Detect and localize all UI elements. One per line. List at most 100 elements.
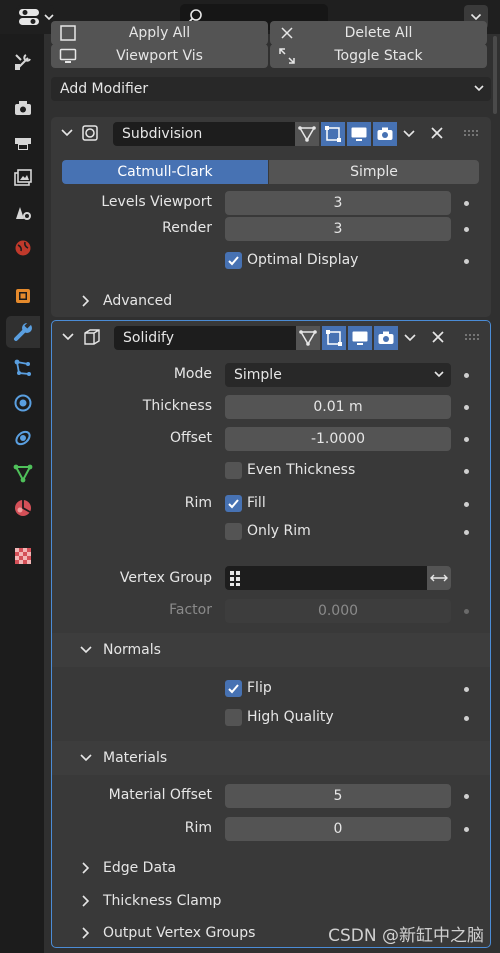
- tab-tool[interactable]: [6, 46, 40, 78]
- modifier-name-field[interactable]: Subdivision: [113, 122, 295, 146]
- thickness-clamp-subpanel-header[interactable]: Thickness Clamp: [51, 884, 491, 918]
- render-levels-field[interactable]: 3: [225, 217, 451, 241]
- close-icon[interactable]: [429, 328, 447, 346]
- show-in-render-toggle[interactable]: [374, 326, 398, 350]
- keyframe-dot[interactable]: [464, 794, 469, 799]
- thickness-field[interactable]: 0.01 m: [225, 395, 451, 419]
- add-modifier-dropdown[interactable]: Add Modifier: [51, 77, 491, 101]
- factor-field[interactable]: 0.000: [225, 599, 451, 623]
- invert-vertex-group-button[interactable]: [427, 566, 451, 590]
- rim-fill-checkbox[interactable]: [225, 495, 242, 512]
- modifier-header: Solidify: [52, 321, 490, 353]
- drag-handle-icon[interactable]: [464, 333, 482, 341]
- advanced-subpanel-header[interactable]: Advanced: [51, 284, 491, 318]
- tab-data[interactable]: [6, 457, 40, 489]
- even-thickness-checkbox[interactable]: [225, 462, 242, 479]
- wrench-icon: [14, 321, 32, 341]
- keyframe-dot[interactable]: [464, 716, 469, 721]
- chevron-down-icon[interactable]: [403, 332, 417, 344]
- only-rim-checkbox[interactable]: [225, 523, 242, 540]
- keyframe-dot[interactable]: [464, 502, 469, 507]
- check-icon: [228, 256, 239, 266]
- keyframe-dot[interactable]: [464, 469, 469, 474]
- show-in-viewport-toggle[interactable]: [348, 326, 372, 350]
- tab-modifiers[interactable]: [6, 316, 40, 348]
- toggle-stack-button[interactable]: Toggle Stack: [270, 44, 487, 68]
- modifier-name-field[interactable]: Solidify: [114, 326, 296, 350]
- drag-handle-icon[interactable]: [463, 129, 481, 137]
- chevron-down-icon: [80, 646, 92, 654]
- editor-type-button[interactable]: [16, 5, 54, 29]
- method-catmull-clark[interactable]: Catmull-Clark: [62, 160, 268, 184]
- tab-world[interactable]: [6, 232, 40, 264]
- keyframe-dot[interactable]: [464, 437, 469, 442]
- tab-constraints[interactable]: [6, 422, 40, 454]
- constraints-icon: [15, 430, 31, 446]
- tab-particles[interactable]: [6, 352, 40, 384]
- show-in-viewport-toggle[interactable]: [347, 122, 371, 146]
- material-rim-field[interactable]: 0: [225, 817, 451, 841]
- chevron-down-icon: [470, 13, 482, 21]
- chevron-down-icon[interactable]: [61, 331, 75, 343]
- chevron-down-icon: [44, 14, 54, 21]
- on-cage-toggle[interactable]: [322, 326, 346, 350]
- particles-icon: [14, 359, 31, 376]
- chevron-right-icon: [82, 895, 90, 907]
- tab-material[interactable]: [6, 492, 40, 524]
- keyframe-dot[interactable]: [464, 373, 469, 378]
- offset-field[interactable]: -1.0000: [225, 427, 451, 451]
- tab-render[interactable]: [6, 92, 40, 124]
- keyframe-dot[interactable]: [464, 687, 469, 692]
- watermark: CSDN @新缸中之脑: [328, 926, 484, 946]
- mode-dropdown[interactable]: Simple: [225, 363, 451, 387]
- on-cage-icon: [325, 126, 341, 142]
- keyframe-dot[interactable]: [464, 827, 469, 832]
- vertex-group-field[interactable]: [225, 566, 427, 590]
- keyframe-dot[interactable]: [464, 530, 469, 535]
- keyframe-dot[interactable]: [464, 227, 469, 232]
- show-in-render-toggle[interactable]: [373, 122, 397, 146]
- levels-viewport-field[interactable]: 3: [225, 191, 451, 215]
- world-icon: [15, 240, 31, 256]
- offset-label: Offset: [169, 430, 212, 446]
- tab-texture[interactable]: [6, 540, 40, 572]
- mode-label: Mode: [173, 366, 212, 382]
- chevron-right-icon: [82, 295, 90, 307]
- edge-data-subpanel-header[interactable]: Edge Data: [51, 851, 491, 885]
- tab-scene[interactable]: [6, 197, 40, 229]
- keyframe-dot[interactable]: [464, 609, 469, 614]
- monitor-icon: [352, 331, 368, 345]
- flip-normals-checkbox[interactable]: [225, 680, 242, 697]
- high-quality-checkbox[interactable]: [225, 709, 242, 726]
- material-rim-label: Rim: [184, 820, 212, 836]
- tool-icon: [15, 54, 31, 70]
- material-offset-field[interactable]: 5: [225, 784, 451, 808]
- tab-view-layer[interactable]: [6, 162, 40, 194]
- printer-icon: [15, 138, 31, 150]
- apply-all-button[interactable]: Apply All: [51, 21, 268, 45]
- chevron-down-icon[interactable]: [60, 127, 74, 139]
- materials-subpanel-header[interactable]: Materials: [51, 741, 491, 775]
- scrollbar[interactable]: [493, 36, 497, 114]
- optimal-display-checkbox[interactable]: [225, 252, 242, 269]
- check-icon: [228, 499, 239, 509]
- on-cage-toggle[interactable]: [321, 122, 345, 146]
- vertex-group-icon: [230, 571, 240, 586]
- chevron-down-icon: [80, 754, 92, 762]
- chevron-down-icon[interactable]: [402, 128, 416, 140]
- edit-mode-toggle[interactable]: [296, 326, 320, 350]
- chevron-right-icon: [82, 927, 90, 939]
- keyframe-dot[interactable]: [464, 259, 469, 264]
- normals-subpanel-header[interactable]: Normals: [51, 633, 491, 667]
- method-simple[interactable]: Simple: [269, 160, 479, 184]
- tab-output[interactable]: [6, 127, 40, 159]
- viewport-vis-button[interactable]: Viewport Vis: [51, 44, 268, 68]
- tab-physics[interactable]: [6, 387, 40, 419]
- edit-mode-icon: [299, 330, 317, 346]
- delete-all-button[interactable]: Delete All: [270, 21, 487, 45]
- close-icon[interactable]: [428, 124, 446, 142]
- keyframe-dot[interactable]: [464, 405, 469, 410]
- edit-mode-toggle[interactable]: [295, 122, 319, 146]
- tab-object[interactable]: [6, 280, 40, 312]
- keyframe-dot[interactable]: [464, 201, 469, 206]
